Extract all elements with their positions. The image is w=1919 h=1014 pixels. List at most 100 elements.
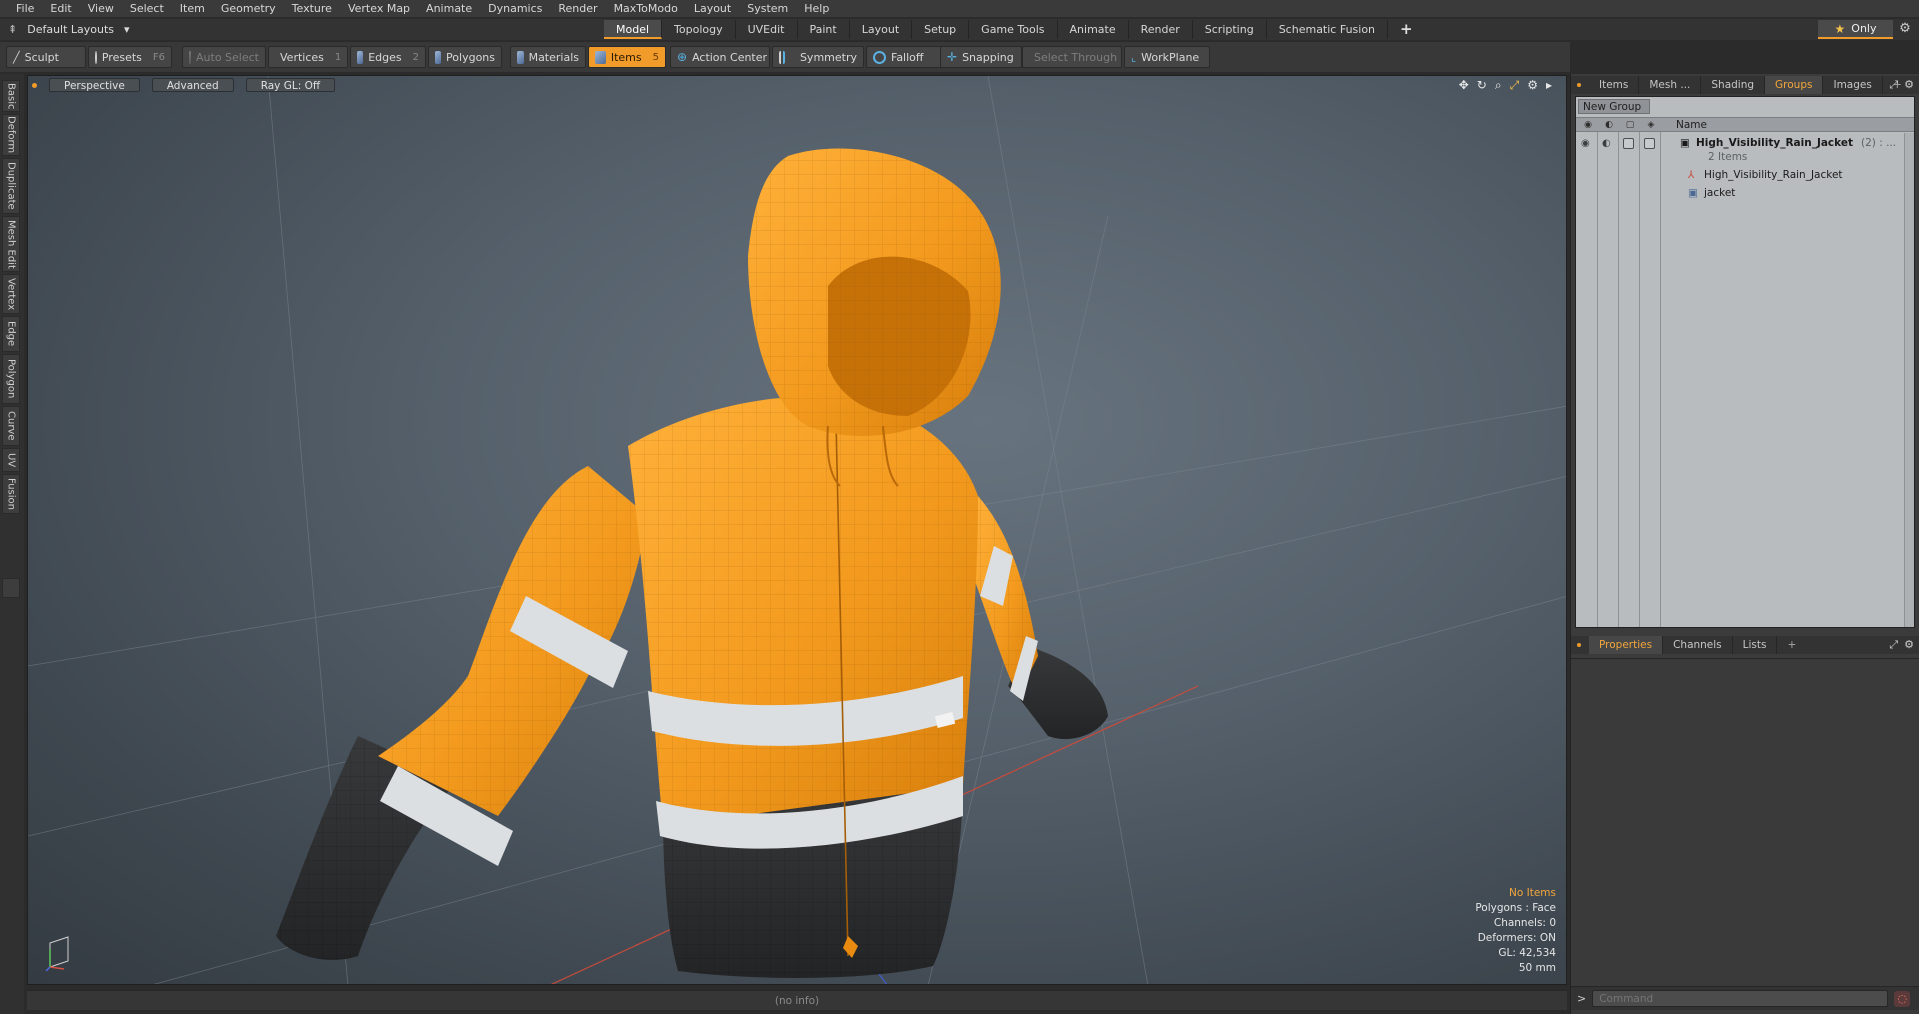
vtab-uv[interactable]: UV — [2, 448, 20, 472]
tab-layout[interactable]: Layout — [850, 20, 913, 39]
menu-layout[interactable]: Layout — [686, 0, 739, 17]
gear-icon[interactable]: ⚙ — [1527, 78, 1538, 93]
tab-mesh[interactable]: Mesh ... — [1639, 76, 1702, 94]
materials-button[interactable]: Materials — [510, 46, 586, 68]
stop-icon[interactable]: ◌ — [1894, 990, 1911, 1007]
vtab-fusion[interactable]: Fusion — [2, 474, 20, 514]
add-panel-tab-button[interactable]: + — [1777, 636, 1806, 654]
tab-game-tools[interactable]: Game Tools — [969, 20, 1058, 39]
maximize-icon[interactable]: ⤢ — [1889, 638, 1898, 652]
menu-select[interactable]: Select — [122, 0, 172, 17]
menu-maxtomodo[interactable]: MaxToModo — [606, 0, 686, 17]
layout-dropdown[interactable]: ⇞ Default Layouts ▾ — [8, 21, 130, 38]
chevron-down-icon: ▾ — [124, 23, 130, 36]
vertices-button[interactable]: Vertices 1 — [268, 46, 348, 68]
only-toggle[interactable]: ★ Only — [1818, 20, 1893, 39]
edges-button[interactable]: Edges 2 — [350, 46, 426, 68]
select-through-button[interactable]: Select Through — [1022, 46, 1122, 68]
workplane-button[interactable]: ⌞ WorkPlane — [1124, 46, 1210, 68]
menu-help[interactable]: Help — [796, 0, 837, 17]
polygons-button[interactable]: Polygons — [428, 46, 502, 68]
menu-edit[interactable]: Edit — [42, 0, 79, 17]
tab-setup[interactable]: Setup — [912, 20, 970, 39]
symmetry-button[interactable]: Symmetry — [772, 46, 864, 68]
eye-icon[interactable]: ◉ — [1581, 138, 1590, 149]
lock-icon[interactable]: ▢ — [1621, 119, 1639, 132]
falloff-button[interactable]: Falloff — [866, 46, 942, 68]
vtab-vertex[interactable]: Vertex — [2, 274, 20, 314]
layout-bar: ⇞ Default Layouts ▾ Model Topology UVEdi… — [0, 19, 1919, 40]
3d-viewport[interactable]: Perspective Advanced Ray GL: Off ✥ ↻ ⌕ ⤢… — [27, 75, 1567, 985]
chevron-right-icon[interactable]: ▸ — [1546, 78, 1552, 93]
tab-animate[interactable]: Animate — [1058, 20, 1129, 39]
presets-button[interactable]: Presets F6 — [88, 46, 172, 68]
snapping-button[interactable]: ✛ Snapping — [940, 46, 1022, 68]
render-icon[interactable]: ◐ — [1600, 119, 1618, 132]
tab-items[interactable]: Items — [1589, 76, 1640, 94]
groups-column-header: ◉ ◐ ▢ ◈ Name — [1576, 117, 1914, 132]
menu-vertex-map[interactable]: Vertex Map — [340, 0, 418, 17]
viewport-nav-icons: ✥ ↻ ⌕ ⤢ ⚙ ▸ — [1459, 78, 1552, 93]
render-icon[interactable]: ◐ — [1602, 138, 1611, 149]
tab-channels[interactable]: Channels — [1663, 636, 1733, 654]
group-child-row[interactable]: ⅄ High_Visibility_Rain_Jacket — [1576, 167, 1914, 184]
panel-menu-dot[interactable] — [1577, 643, 1581, 647]
gear-icon[interactable]: ⚙ — [1904, 78, 1914, 92]
shading-dropdown[interactable]: Advanced — [151, 78, 234, 92]
eye-icon[interactable]: ◉ — [1579, 119, 1597, 132]
tab-model[interactable]: Model — [604, 20, 663, 39]
vtab-curve[interactable]: Curve — [2, 406, 20, 446]
items-button[interactable]: Items 5 — [588, 46, 666, 68]
maximize-icon[interactable]: ⤢ — [1510, 78, 1520, 93]
tab-scripting[interactable]: Scripting — [1193, 20, 1267, 39]
palette-toggle-button[interactable] — [2, 578, 20, 598]
tab-groups[interactable]: Groups — [1765, 76, 1824, 94]
menu-file[interactable]: File — [8, 0, 42, 17]
lock-checkbox[interactable] — [1623, 138, 1634, 149]
tab-schematic-fusion[interactable]: Schematic Fusion — [1267, 20, 1389, 39]
menu-dynamics[interactable]: Dynamics — [480, 0, 550, 17]
tab-paint[interactable]: Paint — [798, 20, 850, 39]
menu-item[interactable]: Item — [172, 0, 213, 17]
vtab-edge[interactable]: Edge — [2, 316, 20, 352]
menu-texture[interactable]: Texture — [284, 0, 340, 17]
menu-view[interactable]: View — [80, 0, 122, 17]
move-icon[interactable]: ✥ — [1459, 78, 1469, 93]
select-icon[interactable]: ◈ — [1642, 119, 1660, 132]
tab-properties[interactable]: Properties — [1589, 636, 1664, 654]
tab-uvedit[interactable]: UVEdit — [736, 20, 798, 39]
gear-icon[interactable]: ⚙ — [1904, 638, 1914, 652]
vtab-mesh-edit[interactable]: Mesh Edit — [2, 216, 20, 272]
viewport-menu-dot[interactable] — [32, 82, 37, 88]
panel-menu-dot[interactable] — [1577, 83, 1581, 87]
sculpt-button[interactable]: ╱ Sculpt — [6, 46, 86, 68]
tab-shading[interactable]: Shading — [1701, 76, 1766, 94]
vtab-basic[interactable]: Basic — [2, 80, 20, 112]
vtab-deform[interactable]: Deform — [2, 114, 20, 156]
action-center-button[interactable]: ⊕ Action Center — [670, 46, 770, 68]
view-type-dropdown[interactable]: Perspective — [49, 78, 140, 92]
menu-render[interactable]: Render — [550, 0, 605, 17]
tab-topology[interactable]: Topology — [662, 20, 736, 39]
rotate-icon[interactable]: ↻ — [1477, 78, 1487, 93]
auto-select-button[interactable]: Auto Select — [182, 46, 266, 68]
group-child-row[interactable]: ▣ jacket — [1576, 185, 1914, 202]
vtab-duplicate[interactable]: Duplicate — [2, 158, 20, 214]
command-input[interactable] — [1592, 990, 1889, 1007]
tab-lists[interactable]: Lists — [1733, 636, 1778, 654]
menu-animate[interactable]: Animate — [418, 0, 480, 17]
tab-images[interactable]: Images — [1823, 76, 1883, 94]
maximize-icon[interactable]: ⤢ — [1889, 78, 1898, 92]
new-group-button[interactable]: New Group — [1578, 99, 1651, 114]
zoom-icon[interactable]: ⌕ — [1495, 78, 1502, 93]
add-tab-button[interactable]: + — [1388, 20, 1425, 39]
raygl-toggle[interactable]: Ray GL: Off — [245, 78, 336, 92]
column-name: Name — [1676, 119, 1707, 131]
groups-scrollbar[interactable] — [1904, 133, 1914, 627]
menu-geometry[interactable]: Geometry — [213, 0, 284, 17]
gear-icon[interactable]: ⚙ — [1896, 21, 1914, 38]
vtab-polygon[interactable]: Polygon — [2, 354, 20, 404]
select-checkbox[interactable] — [1644, 138, 1655, 149]
tab-render[interactable]: Render — [1129, 20, 1193, 39]
menu-system[interactable]: System — [739, 0, 796, 17]
